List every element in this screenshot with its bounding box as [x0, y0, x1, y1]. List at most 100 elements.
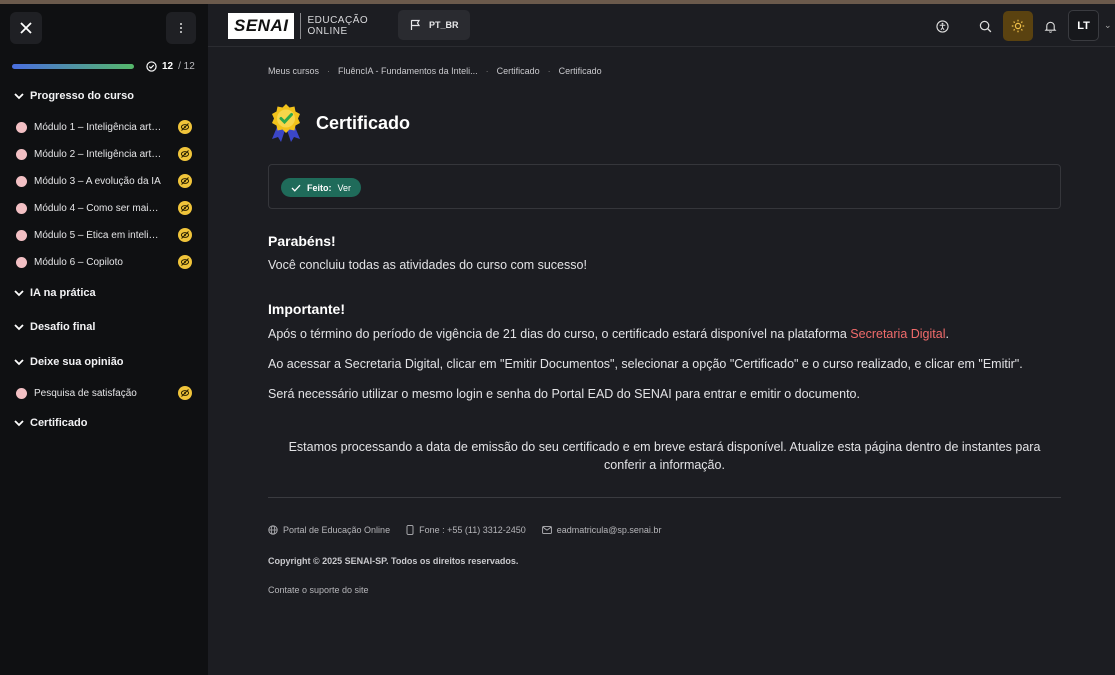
senai-logo[interactable]: SENAI EDUCAÇÃO ONLINE — [228, 13, 368, 39]
section-deixe-sua-opiniao[interactable]: Deixe sua opinião — [14, 356, 124, 368]
status-badge[interactable]: Feito: Ver — [281, 178, 362, 197]
footer-email-label: eadmatricula@sp.senai.br — [556, 525, 662, 535]
section-certificado[interactable]: Certificado — [14, 417, 87, 429]
eye-off-icon — [178, 174, 192, 188]
processing-notice: Estamos processando a data de emissão do… — [288, 440, 1041, 472]
search-icon — [979, 20, 991, 32]
chevron-down-icon — [14, 324, 24, 331]
breadcrumb: Meus cursos · FluêncIA - Fundamentos da … — [268, 66, 602, 76]
status-dot — [16, 148, 27, 160]
sidebar-item-modulo-5[interactable]: Módulo 5 – Ética em inteligência artific… — [16, 226, 196, 244]
sidebar-item-label: Módulo 3 – A evolução da IA — [34, 175, 161, 187]
footer-contacts: Portal de Educação Online Fone : +55 (11… — [268, 525, 661, 535]
footer-email[interactable]: eadmatricula@sp.senai.br — [541, 525, 662, 535]
copyright-text: Copyright © 2025 SENAI-SP. Todos os dire… — [268, 556, 519, 566]
congrats-text: Você concluiu todas as atividades do cur… — [268, 258, 587, 272]
section-label: Desafio final — [30, 321, 96, 333]
page-title: Certificado — [316, 112, 411, 133]
eye-off-icon — [178, 386, 192, 400]
sidebar-item-label: Módulo 6 – Copiloto — [34, 256, 123, 268]
user-avatar-button[interactable]: LT — [1068, 10, 1099, 41]
breadcrumb-item[interactable]: Certificado — [497, 66, 540, 76]
breadcrumb-separator: · — [485, 66, 489, 76]
top-header: SENAI EDUCAÇÃO ONLINE PT_BR LT ⌄ — [208, 4, 1115, 47]
theme-toggle-button[interactable] — [1003, 11, 1033, 41]
footer-divider — [268, 497, 1061, 498]
info-paragraph-3: Será necessário utilizar o mesmo login e… — [268, 387, 860, 401]
congrats-heading: Parabéns! — [268, 233, 336, 249]
info-paragraph-1: Após o término do período de vigência de… — [268, 327, 949, 341]
search-button[interactable] — [970, 11, 1000, 41]
status-dot — [16, 229, 27, 241]
status-dot — [16, 387, 27, 399]
sidebar-item-modulo-4[interactable]: Módulo 4 – Como ser mais produtivo — [16, 199, 196, 217]
footer-portal[interactable]: Portal de Educação Online — [268, 525, 390, 535]
breadcrumb-separator: · — [327, 66, 331, 76]
breadcrumb-item[interactable]: FluêncIA - Fundamentos da Inteli... — [338, 66, 478, 76]
sidebar-item-modulo-2[interactable]: Módulo 2 – Inteligência artificial — [16, 145, 196, 163]
section-label: Deixe sua opinião — [30, 356, 124, 368]
completion-status-card: Feito: Ver — [268, 164, 1061, 209]
sidebar-options-button[interactable] — [166, 12, 196, 44]
chevron-down-icon — [14, 290, 24, 297]
notifications-button[interactable] — [1035, 11, 1065, 41]
course-sidebar: 12 / 12 Progresso do curso Módulo 1 – In… — [0, 4, 208, 675]
eye-off-icon — [178, 201, 192, 215]
section-label: Certificado — [30, 417, 88, 429]
sidebar-item-label: Módulo 5 – Ética em inteligência artific… — [34, 229, 162, 241]
logo-line-2: ONLINE — [307, 26, 348, 37]
info-text: Após o término do período de vigência de… — [268, 327, 851, 341]
logo-line-1: EDUCAÇÃO — [307, 15, 369, 26]
status-label: Feito: — [307, 182, 332, 193]
progress-done: 12 — [162, 60, 174, 72]
accessibility-button[interactable] — [927, 11, 957, 41]
check-icon — [291, 184, 301, 192]
eye-off-icon — [178, 255, 192, 269]
progress-total: / 12 — [178, 60, 195, 72]
section-ia-na-pratica[interactable]: IA na prática — [14, 287, 96, 299]
breadcrumb-item[interactable]: Meus cursos — [268, 66, 319, 76]
section-label: Progresso do curso — [30, 90, 134, 102]
close-icon — [20, 22, 32, 34]
section-label: IA na prática — [30, 287, 96, 299]
logo-divider — [300, 13, 302, 39]
progress-counter: 12 / 12 — [146, 59, 195, 73]
sidebar-item-modulo-3[interactable]: Módulo 3 – A evolução da IA — [16, 172, 196, 190]
award-badge-icon — [272, 104, 300, 142]
breadcrumb-item: Certificado — [558, 66, 602, 76]
sidebar-item-modulo-6[interactable]: Módulo 6 – Copiloto — [16, 253, 196, 271]
logo-subtitle: EDUCAÇÃO ONLINE — [307, 15, 368, 37]
course-progress-bar — [12, 64, 134, 69]
chevron-down-icon: ⌄ — [1104, 20, 1112, 30]
sidebar-item-label: Pesquisa de satisfação — [34, 387, 137, 399]
footer-portal-label: Portal de Educação Online — [283, 525, 391, 535]
close-sidebar-button[interactable] — [10, 12, 42, 44]
secretaria-digital-link[interactable]: Secretaria Digital — [850, 327, 945, 341]
sun-icon — [1011, 19, 1025, 33]
globe-icon — [268, 525, 278, 535]
logo-brand: SENAI — [228, 13, 295, 39]
eye-off-icon — [178, 228, 192, 242]
status-dot — [16, 202, 27, 214]
chevron-down-icon — [14, 420, 24, 427]
status-dot — [16, 121, 27, 133]
kebab-menu-icon — [180, 23, 182, 33]
breadcrumb-separator: · — [547, 66, 551, 76]
sidebar-item-pesquisa[interactable]: Pesquisa de satisfação — [16, 384, 196, 402]
support-link[interactable]: Contate o suporte do site — [268, 585, 369, 595]
footer-phone-label: Fone : +55 (11) 3312-2450 — [419, 525, 526, 535]
sidebar-item-label: Módulo 2 – Inteligência artificial — [34, 148, 162, 160]
chevron-down-icon — [14, 359, 24, 366]
status-dot — [16, 175, 27, 187]
flag-icon — [410, 19, 421, 30]
eye-off-icon — [178, 147, 192, 161]
info-paragraph-2: Ao acessar a Secretaria Digital, clicar … — [268, 357, 1023, 371]
language-button[interactable]: PT_BR — [398, 10, 470, 40]
language-label: PT_BR — [429, 20, 459, 30]
sidebar-item-label: Módulo 1 – Inteligência artificial — [34, 121, 162, 133]
accessibility-icon — [935, 19, 949, 33]
section-desafio-final[interactable]: Desafio final — [14, 321, 95, 333]
section-progresso-do-curso[interactable]: Progresso do curso — [14, 90, 134, 102]
footer-phone: Fone : +55 (11) 3312-2450 — [406, 525, 526, 535]
sidebar-item-modulo-1[interactable]: Módulo 1 – Inteligência artificial — [16, 118, 196, 136]
